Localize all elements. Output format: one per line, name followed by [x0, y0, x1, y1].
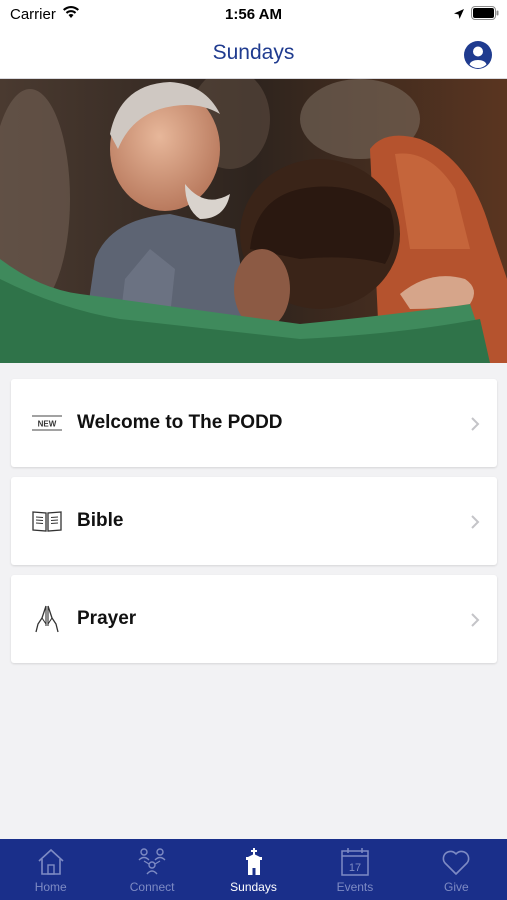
- battery-icon: [471, 6, 499, 25]
- clock: 1:56 AM: [225, 6, 282, 23]
- page-title: Sundays: [212, 41, 295, 64]
- tab-bar: Home Connect Sundays 17 Events Give: [0, 839, 507, 900]
- tab-label: Give: [443, 880, 469, 894]
- new-badge-icon: NEW: [31, 408, 63, 438]
- status-bar: Carrier 1:56 AM: [0, 0, 507, 30]
- content-menu: NEW Welcome to The PODD Bible Prayer: [11, 379, 497, 673]
- tab-connect[interactable]: Connect: [101, 839, 202, 900]
- menu-item-label: Welcome to The PODD: [77, 412, 283, 433]
- menu-item-label: Prayer: [77, 608, 137, 629]
- chevron-right-icon: [471, 417, 480, 431]
- chevron-right-icon: [471, 515, 480, 529]
- menu-item-label: Bible: [77, 510, 124, 531]
- praying-hands-icon: [31, 604, 63, 634]
- menu-item-bible[interactable]: Bible: [11, 477, 497, 565]
- bible-icon: [31, 506, 63, 536]
- chevron-right-icon: [471, 613, 480, 627]
- calendar-day-text: 17: [349, 862, 361, 874]
- menu-item-prayer[interactable]: Prayer: [11, 575, 497, 663]
- calendar-icon: 17: [341, 848, 369, 876]
- tab-home[interactable]: Home: [0, 839, 101, 900]
- connect-icon: [138, 848, 166, 875]
- tab-give[interactable]: Give: [406, 839, 507, 900]
- hero-image: [0, 79, 507, 363]
- heart-icon: [442, 850, 470, 875]
- tab-sundays[interactable]: Sundays: [203, 839, 304, 900]
- tab-label: Connect: [129, 880, 175, 894]
- profile-button[interactable]: [463, 40, 493, 70]
- tab-label: Sundays: [230, 880, 277, 894]
- location-arrow-icon: [453, 7, 465, 25]
- home-icon: [38, 848, 64, 875]
- new-badge-text: NEW: [38, 420, 57, 429]
- church-icon: [245, 848, 262, 875]
- tab-label: Home: [34, 880, 67, 894]
- tab-events[interactable]: 17 Events: [304, 839, 405, 900]
- navigation-bar: Sundays: [0, 30, 507, 79]
- menu-item-welcome[interactable]: NEW Welcome to The PODD: [11, 379, 497, 467]
- tab-label: Events: [336, 880, 374, 894]
- user-profile-icon: [464, 41, 492, 69]
